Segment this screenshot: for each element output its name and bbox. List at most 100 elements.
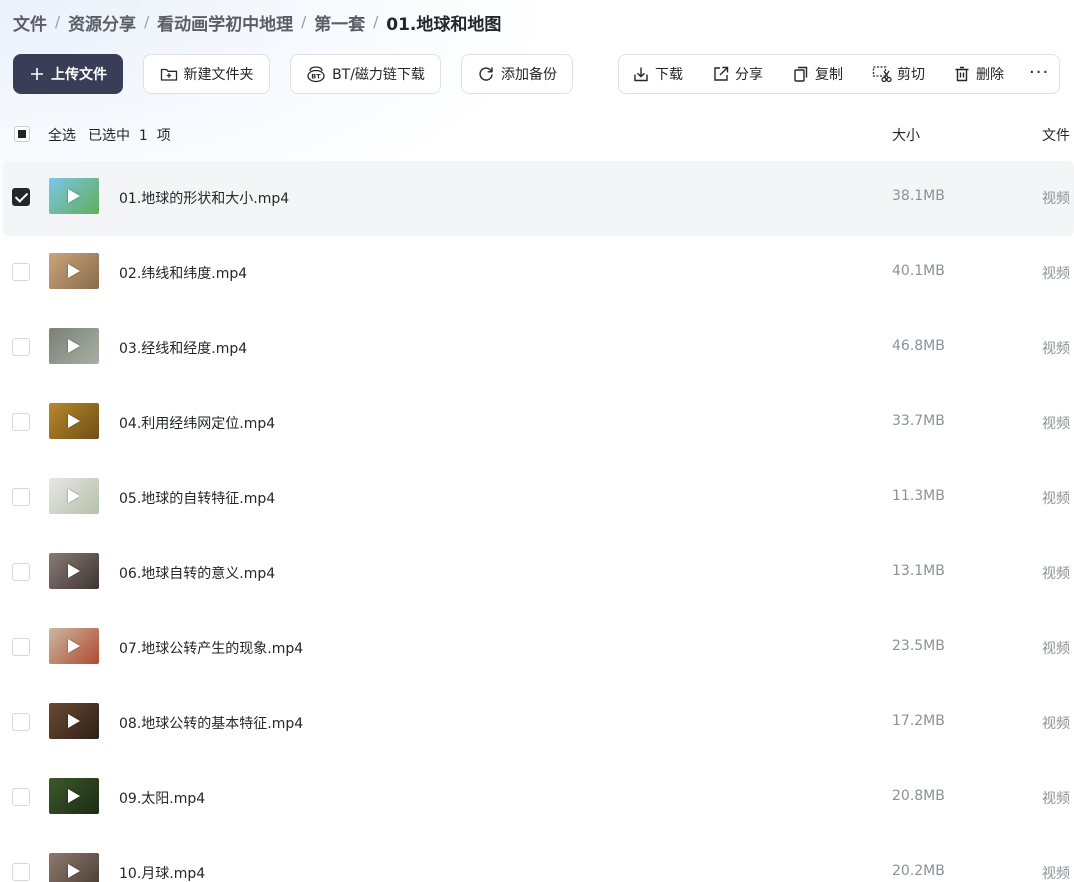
file-row[interactable]: 01.地球的形状和大小.mp4 38.1MB 视频	[3, 161, 1074, 236]
file-checkbox[interactable]	[12, 863, 30, 881]
file-row[interactable]: 04.利用经纬网定位.mp4 33.7MB 视频	[0, 386, 1074, 461]
file-list-header: 全选 已选中 1 项 大小 文件	[0, 118, 1074, 150]
download-label: 下载	[655, 67, 683, 83]
play-icon	[68, 489, 80, 503]
play-icon	[68, 639, 80, 653]
delete-label: 删除	[976, 67, 1004, 83]
file-checkbox[interactable]	[12, 338, 30, 356]
file-size: 20.2MB	[892, 863, 945, 879]
bt-icon: BT	[306, 65, 326, 83]
file-checkbox[interactable]	[12, 638, 30, 656]
cut-button[interactable]: 剪切	[872, 55, 925, 93]
selected-count: 已选中 1 项	[88, 128, 171, 144]
file-checkbox[interactable]	[12, 563, 30, 581]
video-thumbnail[interactable]	[49, 628, 99, 664]
file-checkbox[interactable]	[12, 788, 30, 806]
file-name[interactable]: 07.地球公转产生的现象.mp4	[119, 638, 303, 658]
play-icon	[68, 789, 80, 803]
upload-button[interactable]: 上传文件	[13, 54, 123, 94]
file-checkbox[interactable]	[12, 263, 30, 281]
more-icon: ···	[1029, 61, 1050, 83]
file-action-group: 下载 分享 复制 剪切 删除 ···	[618, 54, 1060, 94]
file-row[interactable]: 02.纬线和纬度.mp4 40.1MB 视频	[0, 236, 1074, 311]
file-checkbox[interactable]	[12, 413, 30, 431]
video-thumbnail[interactable]	[49, 703, 99, 739]
copy-label: 复制	[815, 67, 843, 83]
file-size: 46.8MB	[892, 338, 945, 354]
play-icon	[68, 189, 80, 203]
play-icon	[68, 264, 80, 278]
file-size: 13.1MB	[892, 563, 945, 579]
breadcrumb-item-files[interactable]: 文件	[13, 10, 47, 35]
file-size: 20.8MB	[892, 788, 945, 804]
delete-button[interactable]: 删除	[953, 55, 1004, 93]
share-label: 分享	[735, 67, 763, 83]
bt-download-button-label: BT/磁力链下载	[332, 67, 425, 83]
video-thumbnail[interactable]	[49, 403, 99, 439]
breadcrumb-item-geography[interactable]: 看动画学初中地理	[157, 10, 293, 35]
file-name[interactable]: 06.地球自转的意义.mp4	[119, 563, 275, 583]
folder-plus-icon	[160, 66, 178, 82]
video-thumbnail[interactable]	[49, 328, 99, 364]
video-thumbnail[interactable]	[49, 178, 99, 214]
more-button[interactable]: ···	[1029, 53, 1049, 91]
play-icon	[68, 714, 80, 728]
column-header-type[interactable]: 文件	[1042, 125, 1070, 145]
video-thumbnail[interactable]	[49, 553, 99, 589]
file-name[interactable]: 09.太阳.mp4	[119, 788, 205, 808]
file-row[interactable]: 10.月球.mp4 20.2MB 视频	[0, 836, 1074, 882]
file-row[interactable]: 03.经线和经度.mp4 46.8MB 视频	[0, 311, 1074, 386]
file-checkbox[interactable]	[12, 488, 30, 506]
file-type: 视频	[1042, 791, 1070, 807]
file-size: 38.1MB	[892, 188, 945, 204]
file-list: 01.地球的形状和大小.mp4 38.1MB 视频 02.纬线和纬度.mp4 40.1M…	[0, 161, 1074, 882]
file-checkbox[interactable]	[12, 188, 30, 206]
play-icon	[68, 564, 80, 578]
file-size: 33.7MB	[892, 413, 945, 429]
share-icon	[712, 65, 730, 83]
select-all-checkbox[interactable]	[14, 126, 30, 142]
breadcrumb-separator: /	[373, 13, 379, 31]
file-size: 23.5MB	[892, 638, 945, 654]
column-header-size[interactable]: 大小	[892, 125, 920, 145]
video-thumbnail[interactable]	[49, 478, 99, 514]
file-row[interactable]: 05.地球的自转特征.mp4 11.3MB 视频	[0, 461, 1074, 536]
file-checkbox[interactable]	[12, 713, 30, 731]
file-row[interactable]: 08.地球公转的基本特征.mp4 17.2MB 视频	[0, 686, 1074, 761]
breadcrumb-item-set-one[interactable]: 第一套	[314, 10, 365, 35]
file-row[interactable]: 09.太阳.mp4 20.8MB 视频	[0, 761, 1074, 836]
file-name[interactable]: 01.地球的形状和大小.mp4	[119, 188, 289, 208]
video-thumbnail[interactable]	[49, 778, 99, 814]
cut-label: 剪切	[897, 67, 925, 83]
file-size: 17.2MB	[892, 713, 945, 729]
upload-button-label: 上传文件	[51, 67, 107, 83]
file-type: 视频	[1042, 416, 1070, 432]
sync-icon	[477, 65, 495, 83]
file-name[interactable]: 03.经线和经度.mp4	[119, 338, 247, 358]
play-icon	[68, 414, 80, 428]
file-row[interactable]: 07.地球公转产生的现象.mp4 23.5MB 视频	[0, 611, 1074, 686]
file-name[interactable]: 08.地球公转的基本特征.mp4	[119, 713, 303, 733]
file-name[interactable]: 04.利用经纬网定位.mp4	[119, 413, 275, 433]
new-folder-button-label: 新建文件夹	[183, 67, 254, 83]
file-name[interactable]: 05.地球的自转特征.mp4	[119, 488, 275, 508]
file-type: 视频	[1042, 641, 1070, 657]
file-type: 视频	[1042, 491, 1070, 507]
file-type: 视频	[1042, 341, 1070, 357]
video-thumbnail[interactable]	[49, 253, 99, 289]
add-backup-button[interactable]: 添加备份	[461, 54, 573, 94]
video-thumbnail[interactable]	[49, 853, 99, 882]
breadcrumb: 文件 / 资源分享 / 看动画学初中地理 / 第一套 / 01.地球和地图	[13, 10, 501, 35]
file-row[interactable]: 06.地球自转的意义.mp4 13.1MB 视频	[0, 536, 1074, 611]
breadcrumb-item-resource-share[interactable]: 资源分享	[68, 10, 136, 35]
file-type: 视频	[1042, 191, 1070, 207]
file-name[interactable]: 10.月球.mp4	[119, 863, 205, 882]
file-name[interactable]: 02.纬线和纬度.mp4	[119, 263, 247, 283]
select-all-label[interactable]: 全选	[48, 125, 76, 145]
new-folder-button[interactable]: 新建文件夹	[143, 54, 270, 94]
share-button[interactable]: 分享	[712, 55, 763, 93]
download-button[interactable]: 下载	[632, 55, 683, 93]
bt-download-button[interactable]: BT BT/磁力链下载	[290, 54, 441, 94]
file-size: 11.3MB	[892, 488, 945, 504]
copy-button[interactable]: 复制	[792, 55, 843, 93]
